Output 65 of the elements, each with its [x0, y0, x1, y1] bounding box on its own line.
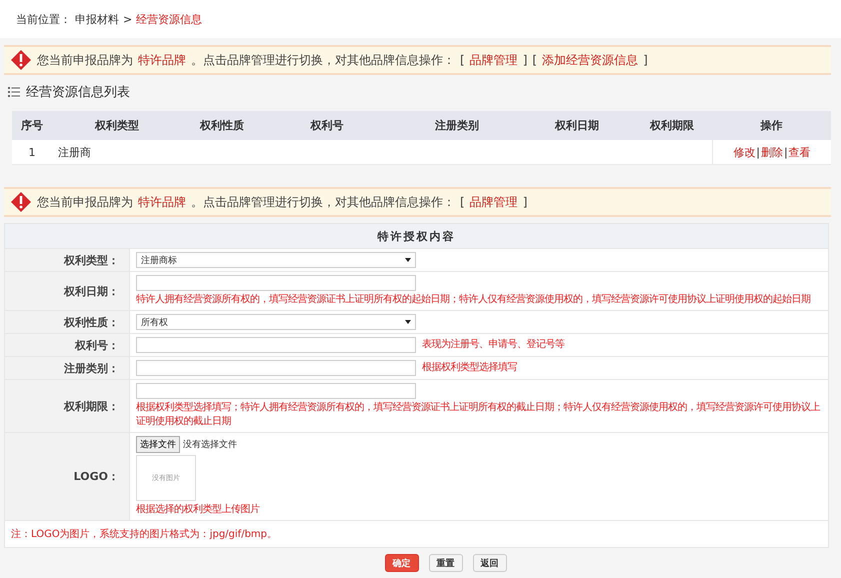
form-button[interactable]: 重置 [428, 554, 462, 572]
breadcrumb-item[interactable]: 申报材料 [75, 12, 119, 26]
hint-text: 根据权利类型选择填写；特许人拥有经营资源所有权的，填写经营资源证书上证明所有权的截止日期；特许人仅有经营资源使用权的，填写经营资源许可使用协议上证明使用权的截止日期 [136, 401, 821, 429]
table-cell-text: 1 [28, 146, 36, 158]
hint-text: 根据权利类型选择填写 [422, 361, 517, 375]
field-label: 权利号： [5, 334, 130, 356]
hint-text: 特许人拥有经营资源所有权的，填写经营资源证书上证明所有权的起始日期；特许人仅有经营资源使用权的，填写经营资源许可使用协议上证明使用权的起始日期 [136, 293, 810, 307]
file-status: 没有选择文件 [183, 438, 237, 451]
warning-icon [10, 191, 32, 213]
column-header: 权利期限 [648, 118, 695, 133]
brand-name: 特许品牌 [138, 194, 186, 210]
action-separator: | [756, 146, 760, 158]
form-button[interactable]: 确定 [384, 554, 418, 572]
select-field[interactable]: 所有权 [136, 314, 416, 330]
section-title: 经营资源信息列表 [26, 84, 130, 101]
bracket: [ [460, 195, 465, 209]
input-field[interactable] [136, 360, 416, 376]
column-header: 权利号 [309, 118, 344, 133]
bracket: [ [460, 53, 465, 67]
brand-link[interactable]: 添加经营资源信息 [542, 52, 638, 68]
brand-link[interactable]: 品牌管理 [470, 194, 518, 210]
column-header: 权利性质 [198, 118, 245, 133]
column-header: 注册类别 [434, 118, 480, 133]
bracket: ] [522, 53, 528, 67]
action-link[interactable]: 删除 [761, 144, 783, 160]
field-label: 权利性质： [5, 311, 130, 333]
hint-text: 根据选择的权利类型上传图片 [136, 503, 260, 517]
action-link[interactable]: 查看 [788, 144, 811, 160]
column-header: 权利类型 [94, 118, 140, 133]
action-link[interactable]: 修改 [733, 144, 756, 160]
brand-link[interactable]: 品牌管理 [470, 52, 518, 68]
column-header: 序号 [20, 118, 44, 133]
table-cell-text: 注册商 [57, 144, 92, 160]
list-icon [8, 87, 20, 97]
field-label: 权利期限： [5, 380, 130, 432]
field-label: 权利日期： [5, 272, 130, 310]
notice-text: 您当前申报品牌为 [37, 194, 133, 210]
form-button[interactable]: 返回 [472, 554, 506, 572]
bracket: ] [522, 195, 528, 209]
notice-text: 。点击品牌管理进行切换，对其他品牌信息操作： [191, 194, 455, 210]
dropdown-arrow-icon [405, 320, 411, 324]
field-label: 注册类别： [5, 357, 130, 379]
column-header: 操作 [759, 118, 784, 133]
bracket: [ [532, 53, 538, 67]
column-header: 权利日期 [554, 118, 600, 133]
notice-text: 。点击品牌管理进行切换，对其他品牌信息操作： [191, 52, 455, 68]
notice-text: 您当前申报品牌为 [37, 52, 133, 68]
field-label: 权利类型： [5, 249, 130, 271]
input-field[interactable] [136, 337, 416, 353]
hint-text: 表现为注册号、申请号、登记号等 [422, 338, 564, 352]
input-field[interactable] [136, 383, 416, 399]
bracket: ] [643, 53, 648, 67]
action-separator: | [784, 146, 788, 158]
breadcrumb-item[interactable]: 经营资源信息 [136, 12, 202, 26]
breadcrumb-label: 当前位置： [16, 12, 71, 26]
input-field[interactable] [136, 275, 416, 291]
warning-icon [10, 49, 32, 71]
form-title: 特许授权内容 [5, 224, 828, 248]
note-text: 注：LOGO为图片，系统支持的图片格式为：jpg/gif/bmp。 [5, 520, 828, 547]
field-label: LOGO： [5, 433, 130, 520]
select-field[interactable]: 注册商标 [136, 252, 416, 268]
dropdown-arrow-icon [405, 258, 411, 262]
breadcrumb-separator: > [123, 12, 132, 26]
brand-name: 特许品牌 [138, 52, 186, 68]
choose-file-button[interactable]: 选择文件 [136, 436, 180, 453]
